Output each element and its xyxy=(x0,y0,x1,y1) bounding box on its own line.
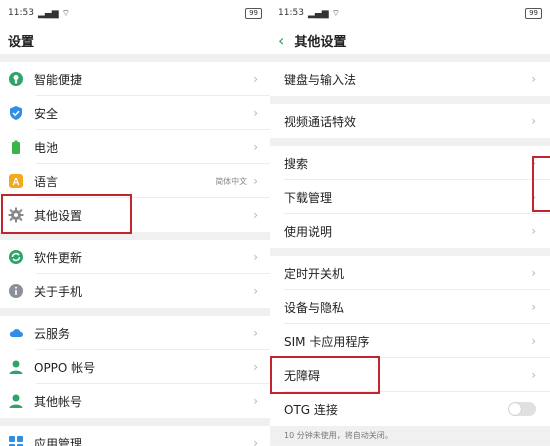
status-bar: 11:53 ▂▄▆ ⌔ 99 xyxy=(0,0,270,26)
other-settings-item[interactable]: 设备与隐私 › xyxy=(270,290,550,324)
other-settings-item[interactable]: 视频通话特效 › xyxy=(270,104,550,138)
settings-screen: 11:53 ▂▄▆ ⌔ 99 设置 智能便捷 › 安全 › 电池 › A 语言 简体中文 › 其他设… xyxy=(0,0,270,446)
section-divider xyxy=(0,418,270,426)
highlight-box-edge-mark xyxy=(532,156,550,212)
chevron-right-icon: › xyxy=(531,368,536,382)
other-settings-item[interactable]: 搜索 › xyxy=(270,146,550,180)
other-settings-item[interactable]: SIM 卡应用程序 › xyxy=(270,324,550,358)
highlight-box-other-settings xyxy=(1,194,132,234)
status-time: 11:53 xyxy=(278,8,304,18)
settings-item[interactable]: 智能便捷 › xyxy=(0,62,270,96)
other-settings-item[interactable]: 定时开关机 › xyxy=(270,256,550,290)
apps-icon xyxy=(8,435,24,446)
chevron-right-icon: › xyxy=(253,284,258,298)
chevron-right-icon: › xyxy=(531,266,536,280)
battery-indicator: 99 xyxy=(525,7,542,19)
page-title: ‹ 其他设置 xyxy=(270,26,550,54)
svg-text:A: A xyxy=(12,177,19,188)
chevron-right-icon: › xyxy=(531,334,536,348)
settings-item[interactable]: 其他帐号 › xyxy=(0,384,270,418)
page-title: 设置 xyxy=(0,26,270,54)
settings-item-label: 安全 xyxy=(34,106,59,121)
settings-item-label: 应用管理 xyxy=(34,436,83,446)
settings-item[interactable]: A 语言 简体中文 › xyxy=(0,164,270,198)
user-icon xyxy=(8,393,24,409)
chevron-right-icon: › xyxy=(253,360,258,374)
section-divider xyxy=(270,248,550,256)
chevron-right-icon: › xyxy=(253,140,258,154)
other-settings-item-label: 使用说明 xyxy=(284,224,333,239)
signal-icon: ▂▄▆ ⌔ xyxy=(307,8,341,19)
toggle-knob xyxy=(509,403,521,415)
section-divider xyxy=(0,54,270,62)
chevron-right-icon: › xyxy=(253,106,258,120)
settings-item-label: 软件更新 xyxy=(34,250,83,265)
section-divider xyxy=(270,96,550,104)
settings-item-label: 其他帐号 xyxy=(34,394,83,409)
settings-item-label: 电池 xyxy=(34,140,59,155)
section-divider xyxy=(270,54,550,62)
settings-item[interactable]: OPPO 帐号 › xyxy=(0,350,270,384)
smart-icon xyxy=(8,71,24,87)
chevron-right-icon: › xyxy=(253,208,258,222)
update-icon xyxy=(8,249,24,265)
other-settings-item-label: SIM 卡应用程序 xyxy=(284,334,370,349)
user-icon xyxy=(8,359,24,375)
status-bar: 11:53 ▂▄▆ ⌔ 99 xyxy=(270,0,550,26)
status-time: 11:53 xyxy=(8,8,34,18)
battery-indicator: 99 xyxy=(245,7,262,19)
chevron-right-icon: › xyxy=(253,436,258,446)
settings-item[interactable]: 安全 › xyxy=(0,96,270,130)
chevron-right-icon: › xyxy=(253,174,258,188)
shield-icon xyxy=(8,105,24,121)
other-settings-item[interactable]: 键盘与输入法 › xyxy=(270,62,550,96)
settings-item-value: 简体中文 xyxy=(215,176,248,186)
chevron-right-icon: › xyxy=(531,300,536,314)
back-arrow-icon[interactable]: ‹ xyxy=(278,31,284,50)
other-settings-item[interactable]: 下载管理 › xyxy=(270,180,550,214)
settings-item[interactable]: 应用管理 › xyxy=(0,426,270,446)
other-settings-item[interactable]: 使用说明 › xyxy=(270,214,550,248)
settings-item[interactable]: 云服务 › xyxy=(0,316,270,350)
otg-toggle-switch[interactable] xyxy=(508,402,536,416)
otg-footnote: 10 分钟未使用，将自动关闭。 xyxy=(270,426,550,445)
cloud-icon xyxy=(8,325,24,341)
highlight-box-accessibility xyxy=(270,356,380,394)
other-settings-item-label: 下载管理 xyxy=(284,190,333,205)
settings-item-label: 语言 xyxy=(34,174,59,189)
battery-icon xyxy=(8,139,24,155)
chevron-right-icon: › xyxy=(253,250,258,264)
other-settings-item-label: OTG 连接 xyxy=(284,402,338,417)
section-divider xyxy=(0,308,270,316)
other-settings-item-label: 设备与隐私 xyxy=(284,300,345,315)
settings-item[interactable]: 软件更新 › xyxy=(0,240,270,274)
chevron-right-icon: › xyxy=(253,72,258,86)
chevron-right-icon: › xyxy=(531,224,536,238)
other-settings-item-label: 视频通话特效 xyxy=(284,114,357,129)
other-settings-screen: 11:53 ▂▄▆ ⌔ 99 ‹ 其他设置 键盘与输入法 › 视频通话特效 › 搜索 › 下… xyxy=(270,0,550,446)
chevron-right-icon: › xyxy=(253,394,258,408)
settings-list: 智能便捷 › 安全 › 电池 › A 语言 简体中文 › 其他设置 › 软件更新 › 关于手机 › 云服务 › OP… xyxy=(0,62,270,446)
other-settings-item-label: 定时开关机 xyxy=(284,266,345,281)
settings-item-label: 关于手机 xyxy=(34,284,83,299)
page-title-text: 其他设置 xyxy=(294,34,347,50)
settings-item-label: OPPO 帐号 xyxy=(34,360,96,375)
page-title-text: 设置 xyxy=(8,34,35,50)
settings-item[interactable]: 关于手机 › xyxy=(0,274,270,308)
chevron-right-icon: › xyxy=(531,114,536,128)
section-divider xyxy=(270,138,550,146)
chevron-right-icon: › xyxy=(531,72,536,86)
settings-item[interactable]: 电池 › xyxy=(0,130,270,164)
signal-icon: ▂▄▆ ⌔ xyxy=(37,8,71,19)
info-icon xyxy=(8,283,24,299)
chevron-right-icon: › xyxy=(253,326,258,340)
other-settings-item[interactable]: OTG 连接 xyxy=(270,392,550,426)
other-settings-item-label: 键盘与输入法 xyxy=(284,72,357,87)
settings-item-label: 云服务 xyxy=(34,326,71,341)
language-icon: A xyxy=(8,173,24,189)
other-settings-item-label: 搜索 xyxy=(284,156,309,171)
settings-item-label: 智能便捷 xyxy=(34,72,83,87)
